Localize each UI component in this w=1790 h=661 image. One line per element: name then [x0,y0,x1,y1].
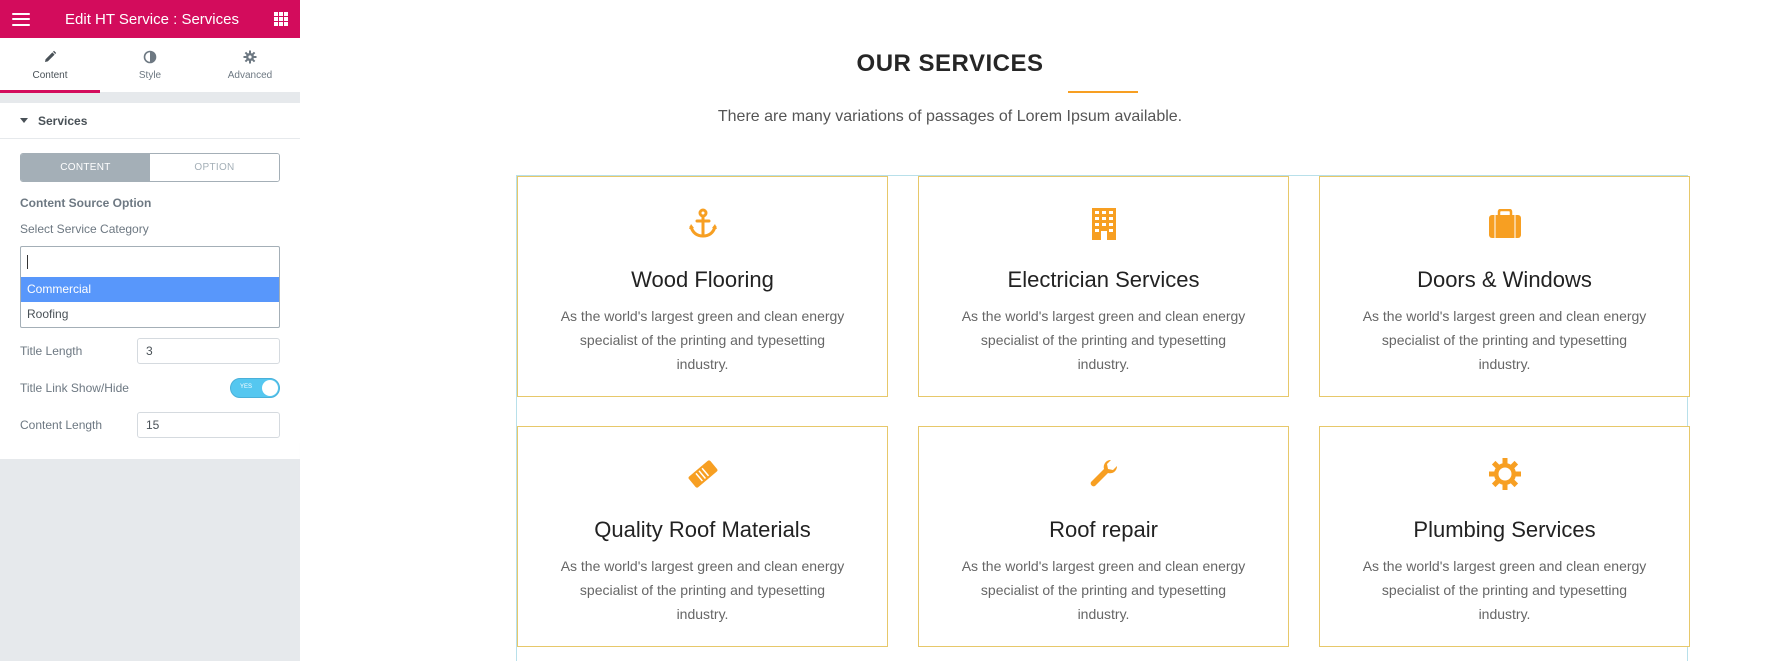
service-card: Plumbing Services As the world's largest… [1319,426,1690,647]
card-title: Plumbing Services [1413,517,1596,542]
title-link-row: Title Link Show/Hide YES [20,378,280,398]
category-search-input[interactable] [21,247,279,277]
content-source-label: Content Source Option [20,196,152,210]
gear-icon [243,50,257,66]
card-title: Wood Flooring [631,267,774,292]
panel-gap [0,93,300,103]
card-description: As the world's largest green and clean e… [961,558,1246,622]
switch-content[interactable]: CONTENT [21,154,150,181]
anchor-icon [518,207,887,241]
category-select: Commercial Roofing [20,246,280,328]
card-description: As the world's largest green and clean e… [560,558,845,622]
tab-content[interactable]: Content [0,38,100,93]
tab-advanced-label: Advanced [227,69,273,81]
card-title: Roof repair [1049,517,1158,542]
content-length-row: Content Length 15 [20,412,280,438]
dropdown-option-commercial[interactable]: Commercial [21,277,279,302]
panel-title: Edit HT Service : Services [65,10,239,28]
card-title: Quality Roof Materials [594,517,811,542]
section-heading: OUR SERVICES [856,50,1044,77]
text-cursor [27,255,28,269]
pencil-icon [43,50,57,66]
switch-option[interactable]: OPTION [150,154,279,181]
tab-advanced[interactable]: Advanced [200,38,300,92]
service-card: Doors & Windows As the world's largest g… [1319,176,1690,397]
card-description: As the world's largest green and clean e… [1362,558,1647,622]
tab-style-label: Style [138,69,162,81]
briefcase-icon [1320,207,1689,241]
card-description: As the world's largest green and clean e… [961,308,1246,372]
panel-tabs-area: Content Style Advanced [0,38,300,93]
title-length-label: Title Length [20,344,83,358]
card-title: Doors & Windows [1417,267,1592,292]
widgets-grid-icon[interactable] [273,12,288,26]
service-card: Electrician Services As the world's larg… [918,176,1289,397]
tab-content-label: Content [32,69,68,81]
title-link-toggle[interactable]: YES [230,378,280,398]
content-length-label: Content Length [20,418,103,432]
service-card: Roof repair As the world's largest green… [918,426,1289,647]
card-title: Electrician Services [1007,267,1200,292]
ticket-icon [518,457,887,491]
toggle-yes-text: YES [240,384,253,390]
preview-canvas: OUR SERVICES There are many variations o… [300,0,1790,661]
toggle-knob [262,380,278,396]
hamburger-menu-icon[interactable] [12,12,30,26]
card-description: As the world's largest green and clean e… [1362,308,1647,372]
title-link-label: Title Link Show/Hide [20,381,129,395]
title-length-input[interactable]: 3 [137,338,280,364]
title-length-row: Title Length 3 [20,338,280,364]
caret-down-icon [20,118,28,123]
half-circle-icon [143,50,157,66]
tab-style[interactable]: Style [100,38,200,92]
service-card: Quality Roof Materials As the world's la… [517,426,888,647]
wrench-icon [919,457,1288,491]
content-option-switcher: CONTENT OPTION [20,153,280,182]
dropdown-option-roofing[interactable]: Roofing [21,302,279,327]
card-description: As the world's largest green and clean e… [560,308,845,372]
section-services-toggle[interactable]: Services [0,103,300,139]
section-body: CONTENT OPTION Content Source Option Sel… [0,139,300,459]
select-category-label: Select Service Category [20,222,149,236]
building-icon [919,207,1288,241]
content-length-input[interactable]: 15 [137,412,280,438]
editor-app: Edit HT Service : Services Content Style [0,0,1790,661]
panel-tabs: Content Style Advanced [0,38,300,93]
gear-icon [1320,457,1689,491]
editor-sidebar: Edit HT Service : Services Content Style [0,0,300,661]
section-title: Services [38,113,88,128]
sidebar-header: Edit HT Service : Services [0,0,300,38]
service-card: Wood Flooring As the world's largest gre… [517,176,888,397]
heading-underline [1068,91,1138,93]
section-subtitle: There are many variations of passages of… [717,108,1183,125]
